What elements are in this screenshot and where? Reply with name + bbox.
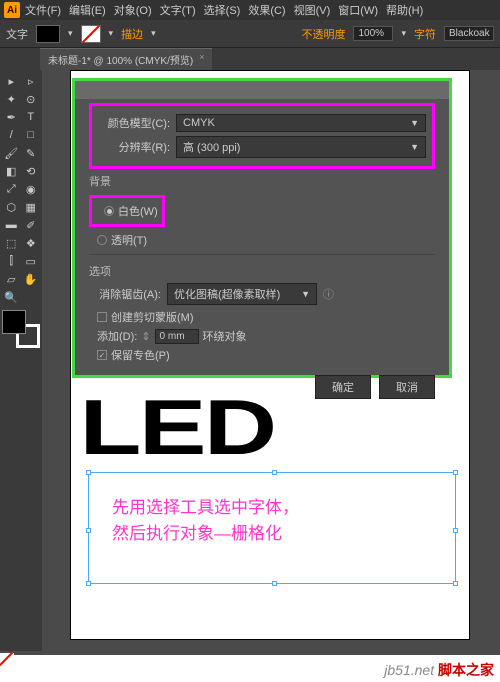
menu-bar: Ai 文件(F) 编辑(E) 对象(O) 文字(T) 选择(S) 效果(C) 视… [0,0,500,20]
info-icon[interactable]: ⓘ [323,286,334,302]
none-color-icon[interactable] [0,653,14,667]
options-bar: 文字 ▾ ▾ 描边 ▾ 不透明度 100% ▾ 字符 Blackoak [0,20,500,48]
tutorial-annotation: 先用选择工具选中字体， 然后执行对象—栅格化 [112,495,299,546]
clipmask-label: 创建剪切蒙版(M) [111,309,194,325]
watermark: jb51.net 脚本之家 [384,660,494,680]
menu-edit[interactable]: 编辑(E) [66,2,109,18]
tab-title: 未标题-1* @ 100% (CMYK/预览) [48,52,193,67]
direct-selection-tool[interactable]: ▹ [22,72,41,90]
chevron-down-icon[interactable]: ▾ [401,28,406,39]
character-label[interactable]: 字符 [414,26,436,42]
font-input[interactable]: Blackoak [444,26,494,41]
checkbox-clipmask[interactable] [97,312,107,322]
mesh-tool[interactable]: ▦ [22,198,41,216]
menu-type[interactable]: 文字(T) [157,2,199,18]
eraser-tool[interactable]: ◧ [2,162,21,180]
menu-view[interactable]: 视图(V) [291,2,334,18]
antialias-dropdown[interactable]: 优化图稿(超像素取样)▼ [167,283,317,305]
color-model-dropdown[interactable]: CMYK▼ [176,114,426,132]
selection-handle[interactable] [86,581,91,586]
tool-empty [22,288,41,306]
radio-white-label: 白色(W) [118,203,158,219]
stroke-label[interactable]: 描边 [121,26,143,42]
tool-label: 文字 [6,26,28,42]
slice-tool[interactable]: ▱ [2,270,21,288]
menu-select[interactable]: 选择(S) [201,2,244,18]
menu-window[interactable]: 窗口(W) [335,2,381,18]
ok-button[interactable]: 确定 [315,375,371,399]
document-tab[interactable]: 未标题-1* @ 100% (CMYK/预览) × [40,48,212,70]
close-icon[interactable]: × [199,52,204,67]
add-suffix: 环绕对象 [203,328,247,344]
dialog-titlebar[interactable] [75,81,449,99]
add-input[interactable]: 0 mm [155,329,199,344]
pen-tool[interactable]: ✒ [2,108,21,126]
resolution-dropdown[interactable]: 高 (300 ppi)▼ [176,136,426,158]
selection-handle[interactable] [453,470,458,475]
graph-tool[interactable]: ⫿ [2,252,21,270]
toolbox: ▸▹ ✦⊙ ✒T /□ 🖌✎ ◧⟲ ⤢◉ ⬡▦ ▬✐ ⬚❖ ⫿▭ ▱✋ 🔍 [0,70,42,651]
magic-wand-tool[interactable]: ✦ [2,90,21,108]
highlight-settings: 颜色模型(C): CMYK▼ 分辨率(R): 高 (300 ppi)▼ [89,103,435,169]
chevron-down-icon: ▼ [410,142,419,152]
antialias-label: 消除锯齿(A): [89,286,161,302]
brush-tool[interactable]: 🖌 [2,144,21,162]
menu-help[interactable]: 帮助(H) [383,2,426,18]
lasso-tool[interactable]: ⊙ [22,90,41,108]
radio-white[interactable] [104,206,114,216]
document-tab-bar: 未标题-1* @ 100% (CMYK/预览) × [0,48,500,70]
selection-tool[interactable]: ▸ [2,72,21,90]
menu-file[interactable]: 文件(F) [22,2,64,18]
resolution-label: 分辨率(R): [98,139,170,155]
artboard-tool[interactable]: ▭ [22,252,41,270]
add-label: 添加(D): [97,328,137,344]
zoom-tool[interactable]: 🔍 [2,288,21,306]
fill-stroke-control[interactable] [2,310,40,348]
chevron-down-icon[interactable]: ▾ [109,28,114,39]
stepper-icon[interactable]: ⇕ [141,330,150,343]
rectangle-tool[interactable]: □ [22,126,41,144]
highlight-white-option: 白色(W) [89,195,165,227]
blend-tool[interactable]: ⬚ [2,234,21,252]
rasterize-dialog: 颜色模型(C): CMYK▼ 分辨率(R): 高 (300 ppi)▼ 背景 白… [72,78,452,378]
selection-handle[interactable] [86,470,91,475]
line-tool[interactable]: / [2,126,21,144]
selection-handle[interactable] [272,581,277,586]
selection-handle[interactable] [86,528,91,533]
fill-color[interactable] [2,310,26,334]
opacity-input[interactable]: 100% [353,26,393,41]
rotate-tool[interactable]: ⟲ [22,162,41,180]
preserve-spot-label: 保留专色(P) [111,347,170,363]
color-model-label: 颜色模型(C): [98,115,170,131]
type-tool[interactable]: T [22,108,41,126]
radio-transparent[interactable] [97,235,107,245]
options-section-title: 选项 [89,263,435,279]
scale-tool[interactable]: ⤢ [2,180,21,198]
background-section-title: 背景 [89,173,435,189]
menu-effect[interactable]: 效果(C) [245,2,288,18]
chevron-down-icon[interactable]: ▾ [68,28,73,39]
chevron-down-icon: ▼ [410,118,419,128]
symbol-tool[interactable]: ❖ [22,234,41,252]
fill-swatch[interactable] [36,25,60,43]
menu-object[interactable]: 对象(O) [111,2,155,18]
chevron-down-icon[interactable]: ▾ [151,28,156,39]
selection-handle[interactable] [272,470,277,475]
chevron-down-icon: ▼ [301,289,310,299]
gradient-tool[interactable]: ▬ [2,216,21,234]
checkbox-preserve-spot[interactable]: ✓ [97,350,107,360]
warp-tool[interactable]: ◉ [22,180,41,198]
selection-handle[interactable] [453,581,458,586]
opacity-label[interactable]: 不透明度 [301,26,345,42]
shape-builder-tool[interactable]: ⬡ [2,198,21,216]
eyedropper-tool[interactable]: ✐ [22,216,41,234]
selection-handle[interactable] [453,528,458,533]
radio-transparent-label: 透明(T) [111,232,147,248]
pencil-tool[interactable]: ✎ [22,144,41,162]
app-logo: Ai [4,2,20,18]
hand-tool[interactable]: ✋ [22,270,41,288]
stroke-swatch-none[interactable] [81,25,101,43]
cancel-button[interactable]: 取消 [379,375,435,399]
